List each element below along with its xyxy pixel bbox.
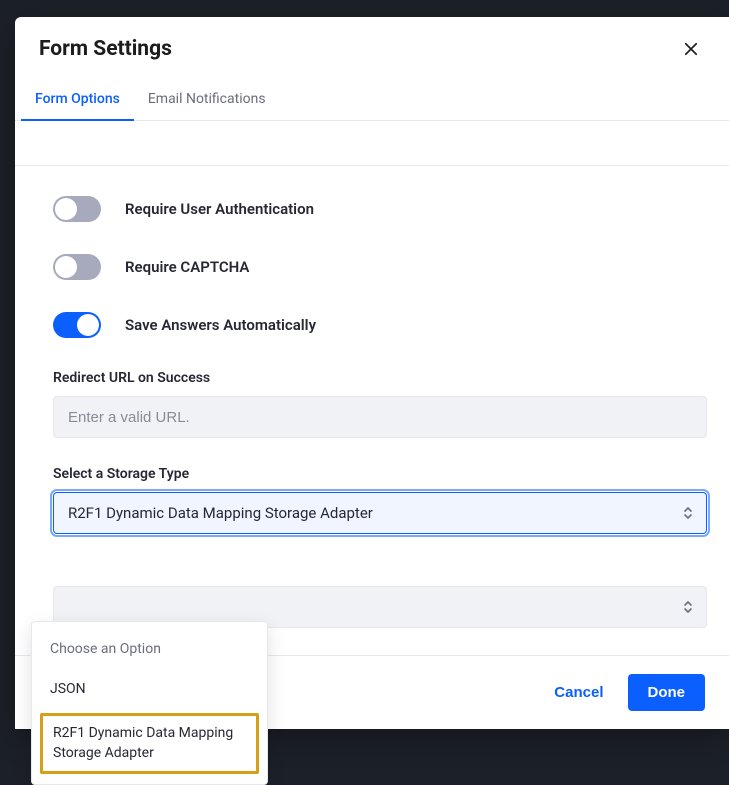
dropdown-option-json[interactable]: JSON [32,670,267,710]
dropdown-placeholder: Choose an Option [32,630,267,670]
toggle-require-captcha[interactable] [53,254,101,280]
tabs: Form Options Email Notifications [15,81,729,121]
dropdown-option-r2f1[interactable]: R2F1 Dynamic Data Mapping Storage Adapte… [40,713,259,774]
tab-form-options[interactable]: Form Options [21,81,134,121]
close-button[interactable] [677,35,705,63]
toggle-row-captcha: Require CAPTCHA [37,254,707,280]
close-icon [682,40,700,58]
form-settings-modal: Form Settings Form Options Email Notific… [15,17,729,729]
toggle-label: Require CAPTCHA [125,258,249,276]
modal-title: Form Settings [39,37,172,61]
modal-body: Require User Authentication Require CAPT… [15,121,729,656]
redirect-url-label: Redirect URL on Success [53,370,707,386]
toggle-label: Save Answers Automatically [125,316,316,334]
toggle-require-auth[interactable] [53,196,101,222]
tab-email-notifications[interactable]: Email Notifications [134,81,280,121]
redirect-url-input[interactable] [53,396,707,438]
sort-icon [683,600,693,614]
storage-type-label: Select a Storage Type [53,466,707,482]
storage-type-value: R2F1 Dynamic Data Mapping Storage Adapte… [68,504,373,522]
storage-type-group: Select a Storage Type R2F1 Dynamic Data … [37,466,707,534]
storage-type-select-wrap: R2F1 Dynamic Data Mapping Storage Adapte… [53,492,707,534]
storage-type-dropdown: Choose an Option JSON R2F1 Dynamic Data … [31,621,268,785]
cancel-button[interactable]: Cancel [554,684,603,701]
toggle-row-auth: Require User Authentication [37,196,707,222]
done-button[interactable]: Done [628,674,706,711]
toggle-row-autosave: Save Answers Automatically [37,312,707,338]
toggle-save-auto[interactable] [53,312,101,338]
divider [15,165,729,166]
sort-icon [683,506,693,520]
toggle-label: Require User Authentication [125,200,314,218]
redirect-url-group: Redirect URL on Success [37,370,707,438]
storage-type-select[interactable]: R2F1 Dynamic Data Mapping Storage Adapte… [53,492,707,534]
modal-header: Form Settings [15,17,729,81]
